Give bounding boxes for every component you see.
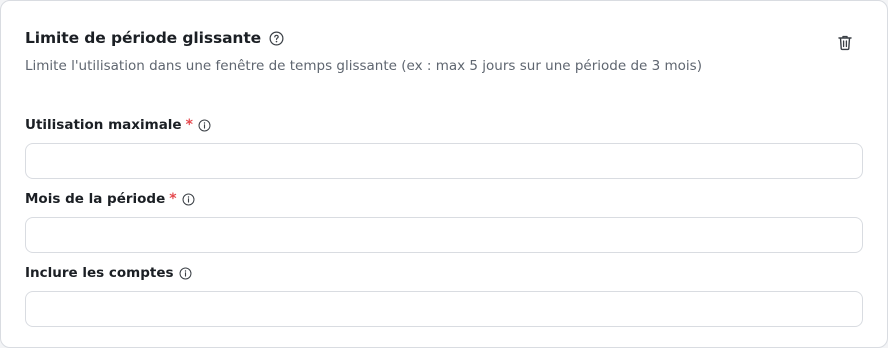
include-accounts-input[interactable] [25,291,863,327]
required-asterisk: * [169,191,177,207]
max-usage-field: Utilisation maximale * [25,115,864,179]
trash-icon [837,34,853,55]
period-months-label: Mois de la période [25,191,166,207]
help-circle-icon[interactable] [268,30,284,46]
title-row: Limite de période glissante [25,27,845,49]
max-usage-label: Utilisation maximale [25,117,182,133]
period-months-label-row: Mois de la période * [25,189,864,209]
include-accounts-label: Inclure les comptes [25,265,174,281]
card-description: Limite l'utilisation dans une fenêtre de… [25,58,702,74]
required-asterisk: * [185,117,193,133]
info-icon[interactable] [182,192,196,206]
period-months-field: Mois de la période * [25,189,864,253]
info-icon[interactable] [198,118,212,132]
card-title: Limite de période glissante [25,29,262,47]
info-icon[interactable] [179,266,193,280]
max-usage-label-row: Utilisation maximale * [25,115,864,135]
card-header: Limite de période glissante Limite l'uti… [25,27,845,74]
max-usage-input[interactable] [25,143,863,179]
period-months-input[interactable] [25,217,863,253]
rolling-period-limit-card: Limite de période glissante Limite l'uti… [0,0,888,348]
include-accounts-field: Inclure les comptes [25,263,864,327]
delete-button[interactable] [835,34,855,54]
include-accounts-label-row: Inclure les comptes [25,263,864,283]
